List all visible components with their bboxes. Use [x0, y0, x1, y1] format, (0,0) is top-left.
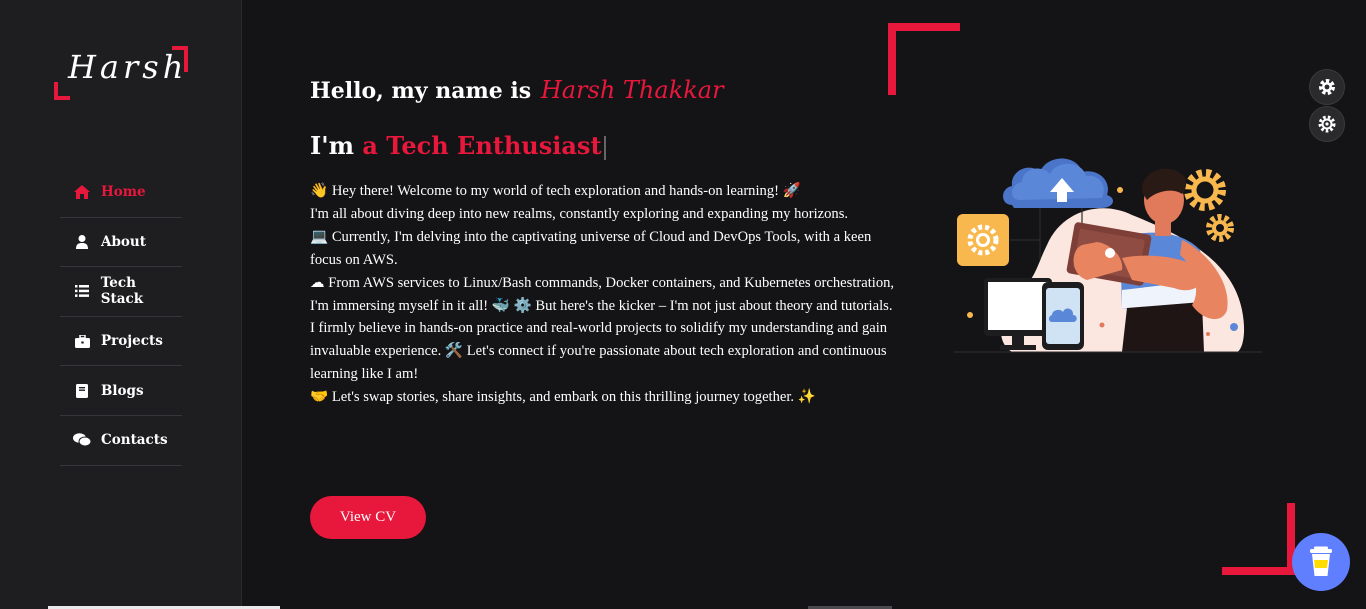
sidebar-item-about[interactable]: About — [60, 218, 182, 268]
typing-caret — [603, 135, 606, 160]
greeting-heading: Hello, my name is Harsh Thakkar — [310, 76, 724, 104]
logo-text: Harsh — [68, 48, 188, 86]
theme-settings-button[interactable] — [1309, 106, 1345, 142]
sidebar-item-label: About — [101, 233, 146, 250]
sidebar: Harsh Home About Tech Stack Projects Blo… — [0, 0, 242, 609]
settings-button[interactable] — [1309, 69, 1345, 105]
sidebar-item-label: Home — [101, 184, 146, 201]
sidebar-item-label: Projects — [101, 333, 163, 350]
book-icon — [72, 383, 92, 398]
decorative-bracket-top — [888, 23, 960, 95]
sidebar-nav: Home About Tech Stack Projects Blogs Con… — [60, 168, 182, 466]
coffee-cup-icon — [1310, 546, 1332, 576]
home-icon — [72, 185, 92, 200]
bio-line: 🤝 Let's swap stories, share insights, an… — [310, 389, 816, 406]
comments-icon — [72, 433, 92, 447]
bio-line: ☁ From AWS services to Linux/Bash comman… — [310, 274, 895, 314]
decorative-bracket-bottom — [1222, 503, 1295, 575]
sidebar-item-contacts[interactable]: Contacts — [60, 416, 182, 466]
sun-gear-icon — [1318, 115, 1336, 133]
role-highlight: a Tech Enthusiast — [362, 131, 602, 160]
gear-icon — [1319, 79, 1335, 95]
bio-text: 👋 Hey there! Welcome to my world of tech… — [310, 180, 895, 409]
sidebar-item-label: Tech Stack — [100, 275, 144, 308]
role-prefix: I'm — [310, 131, 354, 160]
buy-me-a-coffee-button[interactable] — [1292, 533, 1350, 591]
sidebar-item-home[interactable]: Home — [60, 168, 182, 218]
sidebar-item-label: Blogs — [101, 382, 144, 399]
bio-line: 👋 Hey there! Welcome to my world of tech… — [310, 183, 801, 199]
role-heading: I'm a Tech Enthusiast — [310, 131, 606, 160]
logo[interactable]: Harsh — [54, 46, 188, 100]
greeting-text: Hello, my name is — [310, 78, 532, 104]
bio-line: 💻 Currently, I'm delving into the captiv… — [310, 228, 872, 268]
name-highlight: Harsh Thakkar — [540, 76, 724, 104]
user-icon — [72, 234, 92, 249]
sidebar-item-projects[interactable]: Projects — [60, 317, 182, 367]
sidebar-item-tech-stack[interactable]: Tech Stack — [60, 267, 182, 317]
sidebar-item-blogs[interactable]: Blogs — [60, 366, 182, 416]
briefcase-icon — [72, 334, 92, 348]
developer-illustration — [954, 158, 1262, 353]
list-icon — [72, 285, 92, 298]
bio-line: I firmly believe in hands-on practice an… — [310, 320, 888, 383]
view-cv-button[interactable]: View CV — [310, 496, 426, 539]
sidebar-item-label: Contacts — [101, 432, 168, 449]
bio-line: I'm all about diving deep into new realm… — [310, 205, 849, 222]
